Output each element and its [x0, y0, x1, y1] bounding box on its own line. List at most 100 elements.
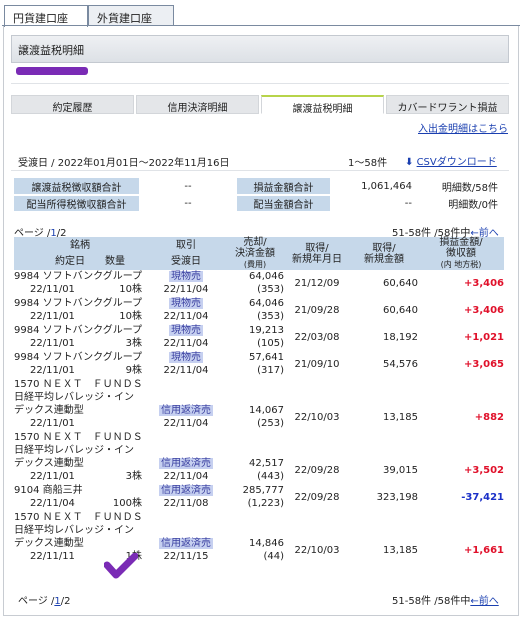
subtab-trade-history[interactable]: 約定履歴: [11, 95, 134, 114]
subtab-covered-warrant[interactable]: カバードワラント損益: [386, 95, 509, 114]
acq-amount: 13,185: [383, 544, 418, 556]
trade-date-qty: 22/11/01 9株: [14, 364, 146, 378]
empty-cell: [418, 391, 504, 404]
summary-value: --: [139, 195, 237, 213]
summary-row: 譲渡益税徴収額合計 -- 損益金額合計 1,061,464 明細数/58件: [14, 178, 500, 196]
stock-name: 日経平均レバレッジ・イン: [14, 525, 134, 536]
subtab-capital-gains-tax[interactable]: 譲渡益税明細: [261, 95, 384, 115]
empty-cell: [146, 391, 226, 404]
csv-download-link[interactable]: ⬇ CSVダウンロード: [405, 153, 497, 168]
empty-cell: [226, 391, 284, 404]
col-sale-amount-l2: 決済金額: [235, 248, 275, 259]
stock-name: デックス連動型: [14, 405, 84, 416]
trade-type-badge: 現物売: [169, 298, 203, 309]
trade-type-badge: 信用返済売: [159, 405, 213, 416]
transactions-table: 銘柄 取引 売却/ 決済金額 (費用) 取得/ 新規年月日 取得/ 新規金額 損…: [14, 237, 504, 564]
pager-label: ページ /: [18, 596, 55, 607]
trade-date: 22/11/04: [30, 498, 75, 509]
col-settle-date: 受渡日: [146, 253, 226, 270]
profit-loss: +3,065: [463, 358, 504, 370]
trade-date-qty: 22/11/01: [14, 417, 146, 431]
pager-bottom-left: ページ /1/2: [18, 592, 70, 607]
cost: (44): [226, 550, 284, 564]
empty-cell: [146, 524, 226, 537]
trade-type-cell: 信用返済売: [146, 484, 226, 498]
sale-amount: 64,046: [249, 298, 284, 309]
cost: (1,223): [226, 497, 284, 511]
empty-cell: [350, 444, 418, 457]
col-sale-amount: 売却/ 決済金額 (費用): [226, 237, 284, 270]
tab-foreign-account[interactable]: 外貨建口座: [88, 5, 174, 26]
settle-date: 22/11/08: [146, 497, 226, 511]
acq-date: 22/10/03: [294, 544, 340, 556]
settle-date: 22/11/04: [146, 310, 226, 324]
trade-type-badge: 現物売: [169, 325, 203, 336]
trade-date: 22/11/01: [30, 284, 75, 295]
trade-type-badge: 現物売: [169, 352, 203, 363]
summary-label: 配当金額合計: [237, 195, 330, 213]
stock-name: デックス連動型: [14, 458, 84, 469]
stock-name: 9984 ソフトバンクグループ: [14, 298, 143, 309]
trade-date-qty: 22/11/01 3株: [14, 470, 146, 484]
prev-page-link[interactable]: ←前へ: [470, 596, 498, 607]
empty-cell: [284, 391, 350, 404]
empty-cell: [146, 431, 226, 445]
trade-type-badge: 信用返済売: [159, 458, 213, 469]
result-count: 1〜58件: [348, 158, 388, 169]
summary-label: 譲渡益税徴収額合計: [14, 178, 139, 196]
col-trade-type: 取引: [146, 237, 226, 254]
trade-type-cell: 現物売: [146, 270, 226, 283]
trade-date: 22/11/01: [30, 365, 75, 376]
trade-type-cell: 現物売: [146, 351, 226, 365]
tab-yen-account[interactable]: 円貨建口座: [4, 5, 88, 27]
settle-date: 22/11/15: [146, 550, 226, 564]
quantity: 10株: [119, 284, 142, 295]
acq-date: 22/03/08: [294, 331, 340, 343]
sale-amount: 64,046: [249, 271, 284, 282]
col-qty: 数量: [105, 256, 125, 268]
table-row: デックス連動型 信用返済売 42,517 22/09/28 39,015 +3,502: [14, 457, 504, 476]
trade-type-cell: 信用返済売: [146, 537, 226, 550]
trade-type-badge: 信用返済売: [159, 485, 213, 496]
empty-cell: [418, 511, 504, 525]
col-trade-date-qty: 約定日 数量: [14, 253, 146, 270]
settle-date: 22/11/04: [146, 417, 226, 431]
table-row: デックス連動型 信用返済売 14,067 22/10/03 13,185 +882: [14, 404, 504, 423]
cost: (353): [226, 310, 284, 324]
summary-table: 譲渡益税徴収額合計 -- 損益金額合計 1,061,464 明細数/58件 配当…: [14, 178, 500, 213]
sale-amount: 42,517: [249, 458, 284, 469]
sale-amount: 14,846: [249, 538, 284, 549]
col-acq-date-l1: 取得/: [305, 242, 329, 254]
quantity: 100株: [112, 498, 142, 509]
col-acq-amount-l1: 取得/: [372, 242, 396, 254]
csv-download-label[interactable]: CSVダウンロード: [417, 157, 497, 168]
table-row: 日経平均レバレッジ・イン: [14, 444, 504, 457]
deposit-withdrawal-link[interactable]: 入出金明細はこちら: [418, 120, 508, 135]
acq-amount: 39,015: [383, 464, 418, 476]
summary-label: 配当所得税徴収額合計: [14, 195, 139, 213]
stock-name: 日経平均レバレッジ・イン: [14, 392, 134, 403]
col-acq-amount: 取得/ 新規金額: [350, 237, 418, 270]
cost: (105): [226, 337, 284, 351]
acq-date: 21/09/28: [294, 304, 340, 316]
table-header-row: 銘柄 取引 売却/ 決済金額 (費用) 取得/ 新規年月日 取得/ 新規金額 損…: [14, 237, 504, 270]
profit-loss: +882: [474, 411, 504, 423]
settle-date: 22/11/04: [146, 337, 226, 351]
empty-cell: [418, 431, 504, 445]
profit-loss: +1,661: [463, 544, 504, 556]
acq-amount: 13,185: [383, 411, 418, 423]
acq-date: 22/09/28: [294, 464, 340, 476]
sale-amount: 14,067: [249, 405, 284, 416]
empty-cell: [350, 378, 418, 392]
empty-cell: [284, 511, 350, 525]
col-pl-l3: (内 地方税): [440, 260, 482, 269]
empty-cell: [226, 444, 284, 457]
sale-amount: 285,777: [242, 485, 284, 496]
subtab-margin-settlement[interactable]: 信用決済明細: [136, 95, 259, 114]
acq-amount: 60,640: [383, 277, 418, 289]
sale-amount: 19,213: [249, 325, 284, 336]
empty-cell: [226, 378, 284, 392]
trade-type-cell: 信用返済売: [146, 404, 226, 417]
empty-cell: [226, 511, 284, 525]
trade-type-cell: 現物売: [146, 324, 226, 338]
